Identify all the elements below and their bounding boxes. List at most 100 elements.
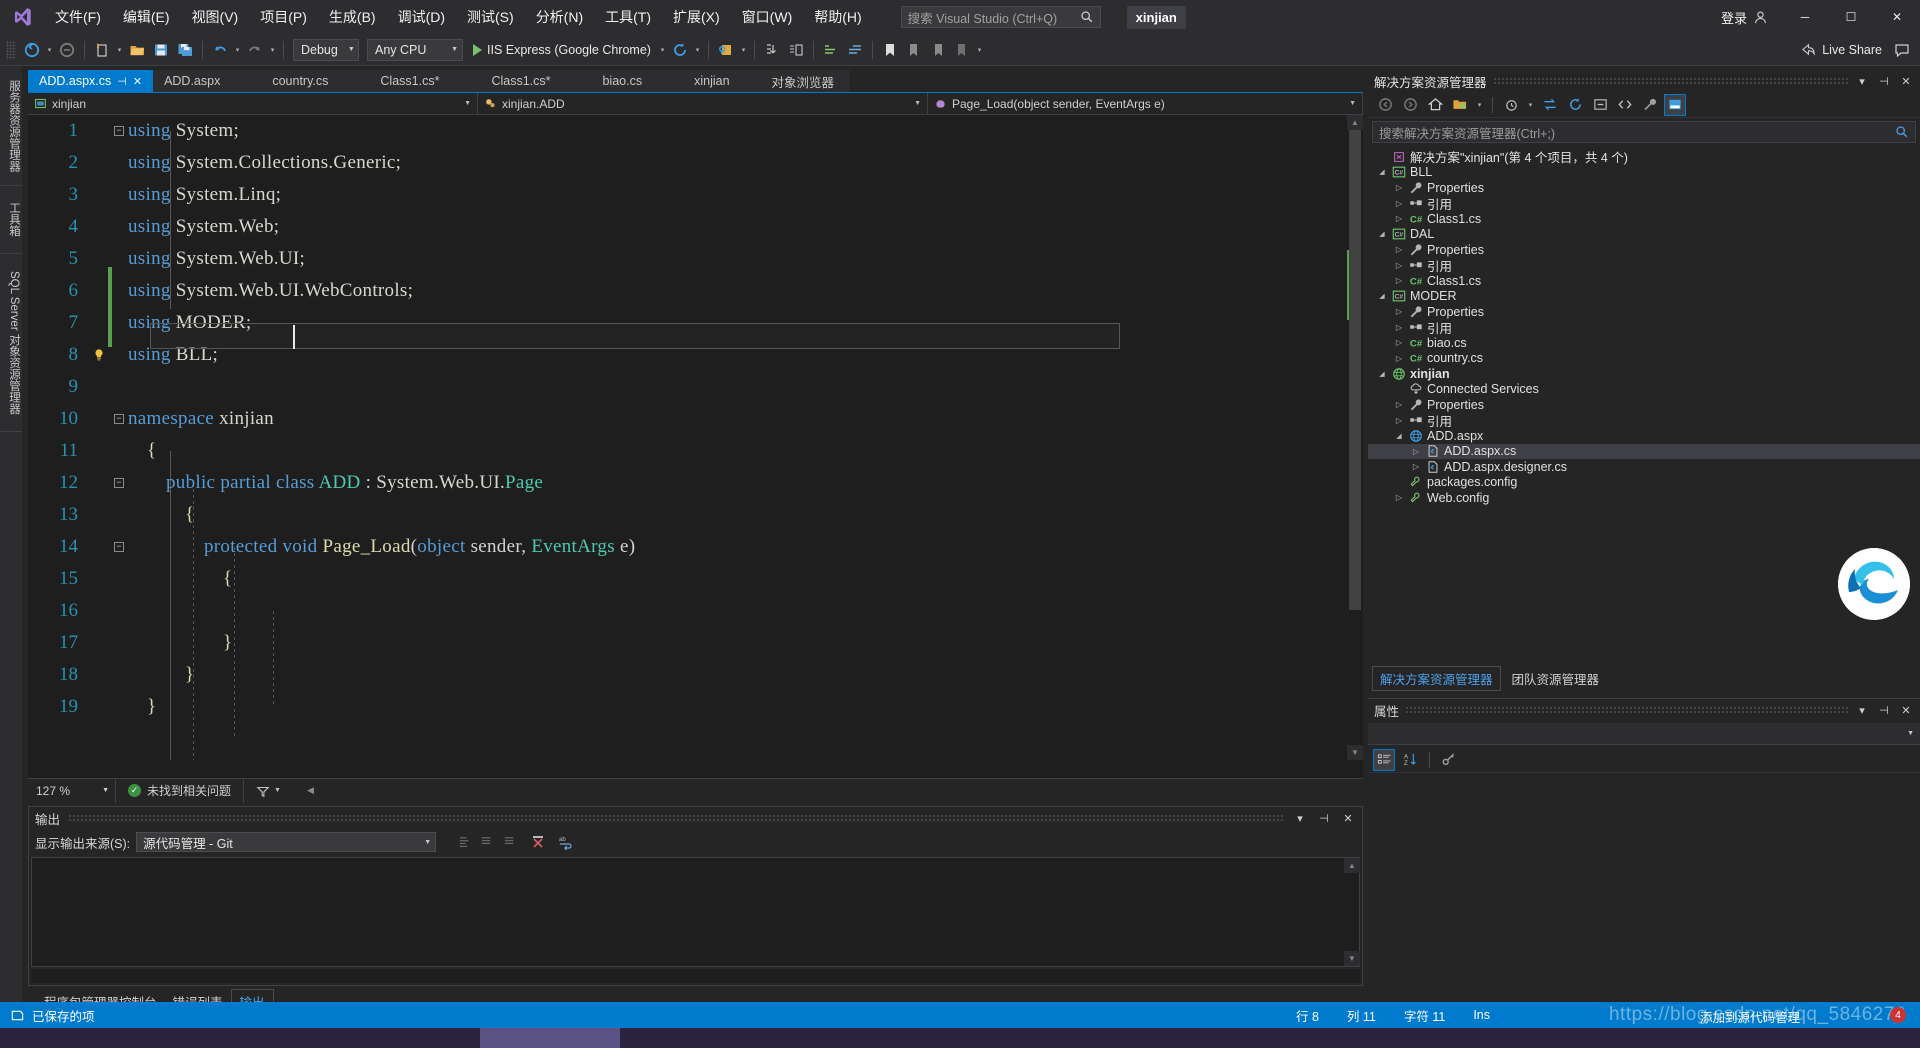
hot-reload-caret[interactable]: ▾: [692, 38, 703, 62]
taskbar-active-window[interactable]: [480, 1028, 620, 1048]
pin-icon[interactable]: ⊣: [1316, 810, 1332, 826]
menu-extensions[interactable]: 扩展(X): [662, 0, 731, 34]
editor-vertical-scrollbar[interactable]: ▲ ▼: [1347, 115, 1363, 760]
undo-icon[interactable]: [208, 38, 232, 62]
menu-window[interactable]: 窗口(W): [731, 0, 804, 34]
tree-item[interactable]: ▷ Web.config: [1368, 490, 1920, 506]
tree-item[interactable]: ▷ C# biao.cs: [1368, 335, 1920, 351]
code-line[interactable]: 14 − protected void Page_Load(object sende…: [28, 531, 1347, 563]
scroll-up-icon[interactable]: ▲: [1347, 115, 1363, 130]
expand-arrow-closed-icon[interactable]: ▷: [1391, 183, 1407, 192]
tree-item[interactable]: ▷ ADD.aspx.designer.cs: [1368, 459, 1920, 475]
view-code-icon[interactable]: [1614, 94, 1636, 116]
edge-browser-icon[interactable]: [1838, 548, 1910, 620]
code-line[interactable]: 6 using System.Web.UI.WebControls;: [28, 275, 1347, 307]
preview-selected-items-icon[interactable]: [1664, 93, 1686, 116]
code-line[interactable]: 15 {: [28, 563, 1347, 595]
sync-with-active-document-icon[interactable]: [1539, 94, 1561, 116]
expand-arrow-closed-icon[interactable]: ▷: [1408, 462, 1424, 471]
code-line[interactable]: 1 − using System;: [28, 115, 1347, 147]
browser-select-caret[interactable]: ▾: [738, 38, 749, 62]
fold-collapse-icon[interactable]: −: [110, 467, 128, 499]
tree-item[interactable]: ◢ C# DAL: [1368, 227, 1920, 243]
rail-tab-sql-object-explorer[interactable]: SQL Server 对象资源管理器: [0, 254, 22, 432]
properties-grid[interactable]: [1368, 775, 1920, 1012]
solution-configuration-combo[interactable]: Debug ▼: [293, 38, 359, 61]
minimize-button[interactable]: ─: [1782, 0, 1828, 34]
save-icon[interactable]: [149, 38, 173, 62]
undo-caret[interactable]: ▾: [232, 38, 243, 62]
redo-caret[interactable]: ▾: [267, 38, 278, 62]
nav-project-dropdown[interactable]: xinjian ▼: [28, 93, 478, 114]
expand-arrow-closed-icon[interactable]: ▷: [1391, 261, 1407, 270]
find-message-icon[interactable]: [456, 834, 472, 850]
expand-arrow-closed-icon[interactable]: ▷: [1391, 245, 1407, 254]
tree-item[interactable]: ▷ C# country.cs: [1368, 351, 1920, 367]
tree-item[interactable]: 解决方案"xinjian"(第 4 个项目，共 4 个): [1368, 149, 1920, 165]
expand-arrow-open-icon[interactable]: ◢: [1374, 230, 1390, 238]
code-line[interactable]: 5 using System.Web.UI;: [28, 243, 1347, 275]
clear-bookmarks-icon[interactable]: [950, 38, 974, 62]
output-horizontal-scrollbar[interactable]: [31, 969, 1360, 983]
tab-solution-explorer[interactable]: 解决方案资源管理器: [1372, 665, 1501, 691]
expand-arrow-closed-icon[interactable]: ▷: [1391, 323, 1407, 332]
expand-arrow-closed-icon[interactable]: ▷: [1391, 354, 1407, 363]
panel-menu-icon[interactable]: ▾: [1292, 810, 1308, 826]
sign-in-button[interactable]: 登录: [1707, 8, 1782, 27]
tab-xinjian[interactable]: xinjian: [668, 70, 756, 92]
tab-team-explorer[interactable]: 团队资源管理器: [1505, 667, 1607, 690]
fold-collapse-icon[interactable]: −: [110, 115, 128, 147]
code-line[interactable]: 16: [28, 595, 1347, 627]
fold-collapse-icon[interactable]: −: [110, 403, 128, 435]
expand-arrow-closed-icon[interactable]: ▷: [1391, 307, 1407, 316]
pin-icon[interactable]: ⊣: [1876, 702, 1892, 718]
tab-biao-cs[interactable]: biao.cs: [576, 70, 669, 92]
pending-changes-icon[interactable]: [1500, 94, 1522, 116]
previous-issue-icon[interactable]: ◀: [307, 785, 314, 796]
issues-indicator[interactable]: ✓ 未找到相关问题: [116, 778, 245, 803]
property-pages-icon[interactable]: [1438, 749, 1460, 771]
clear-all-icon[interactable]: [530, 834, 546, 850]
close-icon[interactable]: ✕: [133, 75, 142, 88]
close-icon[interactable]: ✕: [1340, 810, 1356, 826]
code-line[interactable]: 3 using System.Linq;: [28, 179, 1347, 211]
expand-arrow-closed-icon[interactable]: ▷: [1391, 416, 1407, 425]
categorized-view-icon[interactable]: [1373, 748, 1395, 771]
expand-arrow-closed-icon[interactable]: ▷: [1391, 199, 1407, 208]
menu-help[interactable]: 帮助(H): [803, 0, 872, 34]
expand-arrow-open-icon[interactable]: ◢: [1374, 168, 1390, 176]
hot-reload-icon[interactable]: [668, 38, 692, 62]
expand-arrow-closed-icon[interactable]: ▷: [1391, 276, 1407, 285]
alphabetical-view-icon[interactable]: AZ: [1399, 749, 1421, 771]
toolbar-grip[interactable]: [6, 40, 16, 59]
scrollbar-track[interactable]: [1347, 130, 1363, 745]
tree-item[interactable]: ◢ xinjian: [1368, 366, 1920, 382]
tab-add-aspx-cs[interactable]: ADD.aspx.cs ⊣ ✕: [28, 70, 154, 92]
solution-platform-combo[interactable]: Any CPU ▼: [367, 38, 463, 61]
code-line[interactable]: 4 using System.Web;: [28, 211, 1347, 243]
expand-arrow-closed-icon[interactable]: ▷: [1391, 338, 1407, 347]
feedback-icon[interactable]: [1890, 38, 1914, 62]
maximize-button[interactable]: ☐: [1828, 0, 1874, 34]
tree-item[interactable]: ▷ C# Class1.cs: [1368, 211, 1920, 227]
pin-icon[interactable]: ⊣: [1876, 73, 1892, 89]
scrollbar-thumb[interactable]: [1349, 130, 1361, 610]
menu-debug[interactable]: 调试(D): [387, 0, 456, 34]
chevron-down-icon[interactable]: ▼: [274, 787, 281, 794]
expand-arrow-open-icon[interactable]: ◢: [1374, 370, 1390, 378]
scroll-up-icon[interactable]: ▲: [1344, 858, 1360, 873]
redo-icon[interactable]: [243, 38, 267, 62]
step-into-icon[interactable]: [760, 38, 784, 62]
collapse-all-icon[interactable]: [1589, 94, 1611, 116]
tree-item[interactable]: ◢ C# BLL: [1368, 165, 1920, 181]
tab-class1-cs-a[interactable]: Class1.cs*: [354, 70, 466, 92]
tree-item[interactable]: ▷ 引用: [1368, 258, 1920, 274]
expand-arrow-closed-icon[interactable]: ▷: [1391, 214, 1407, 223]
rail-tab-server-explorer[interactable]: 服务器资源管理器: [0, 66, 22, 186]
toggle-word-wrap-icon[interactable]: ab: [558, 834, 574, 850]
next-bookmark-icon[interactable]: [926, 38, 950, 62]
output-text-area[interactable]: ▲ ▼: [31, 857, 1360, 967]
go-to-message-icon[interactable]: [500, 834, 516, 850]
menu-view[interactable]: 视图(V): [181, 0, 250, 34]
scroll-down-icon[interactable]: ▼: [1347, 745, 1363, 760]
